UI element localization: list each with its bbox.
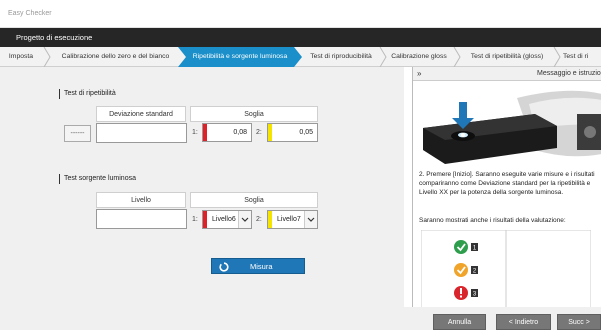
instruction-step-text: 2. Premere [Inizio]. Saranno eseguite va…: [419, 171, 595, 197]
threshold-2-value: 0,05: [299, 129, 313, 136]
tab-separator: [553, 47, 561, 67]
tab-ripetibilita-gloss[interactable]: Test di ripetibilità (gloss): [463, 47, 551, 67]
step-tabs: Imposta Calibrazione dello zero e del bi…: [0, 47, 601, 67]
check-circle-icon: [454, 240, 468, 254]
instructions-title: Messaggio e istruzio: [537, 70, 601, 77]
settings-panel: Test di ripetibilità Deviazione standard…: [0, 67, 404, 307]
warning-circle-icon: [454, 263, 468, 277]
threshold-index-2: 2:: [256, 129, 262, 136]
title-bar: Easy Checker: [0, 0, 601, 28]
light-source-section-label: Test sorgente luminosa: [59, 174, 136, 184]
std-dev-column-header: Deviazione standard: [96, 106, 186, 122]
rank-badge-2: 2: [471, 266, 478, 275]
rank-badge-1: 1: [471, 243, 478, 252]
device-illustration: [417, 84, 601, 168]
evaluation-legend: 1 2 3: [421, 230, 591, 310]
threshold-2-dropdown[interactable]: Livello7: [267, 210, 318, 229]
app-title: Easy Checker: [8, 10, 52, 17]
footer-bar: Annulla < Indietro Succ >: [0, 307, 601, 330]
threshold-index-1: 1:: [192, 216, 198, 223]
red-marker: [203, 211, 207, 228]
exclamation-circle-icon: [454, 286, 468, 300]
tab-separator: [43, 47, 51, 67]
tab-label: Test di ri: [563, 53, 589, 60]
tab-calibrazione-zero-bianco[interactable]: Calibrazione dello zero e del bianco: [52, 47, 179, 67]
std-dev-value-field: [96, 123, 187, 143]
evaluation-caption: Saranno mostrati anche i risultati della…: [419, 217, 566, 224]
threshold-1-dropdown[interactable]: Livello6: [202, 210, 252, 229]
tab-label: Test di ripetibilità (gloss): [470, 53, 544, 60]
tab-calibrazione-gloss[interactable]: Calibrazione gloss: [389, 47, 449, 67]
yellow-marker: [268, 211, 272, 228]
instructions-panel: » Messaggio e istruzio 2. Premere [Inizi…: [412, 67, 601, 310]
tab-ripetibilita-sorgente[interactable]: Ripetibilità e sorgente luminosa: [178, 47, 302, 67]
chevron-down-icon: [238, 211, 251, 228]
rank-badge-3: 3: [471, 289, 478, 298]
dash-button[interactable]: ------: [64, 125, 91, 142]
threshold-2-input[interactable]: 0,05: [267, 123, 318, 142]
threshold-column-header: Soglia: [190, 192, 318, 208]
level-value-field: [96, 209, 187, 229]
page-title: Progetto di esecuzione: [16, 33, 93, 42]
measure-button-label: Misura: [250, 262, 273, 271]
tab-label: Calibrazione dello zero e del bianco: [61, 53, 170, 60]
measure-icon: [219, 262, 229, 272]
repeatability-section-label: Test di ripetibilità: [59, 89, 116, 99]
threshold-index-1: 1:: [192, 129, 198, 136]
tab-label: Calibrazione gloss: [391, 53, 447, 60]
back-button[interactable]: < Indietro: [496, 314, 551, 330]
tab-riproducibilita[interactable]: Test di riproducibilità: [305, 47, 377, 67]
tab-label: Ripetibilità e sorgente luminosa: [192, 53, 288, 60]
chevron-down-icon: [304, 211, 317, 228]
threshold-1-selected: Livello6: [212, 216, 236, 223]
tab-separator: [453, 47, 461, 67]
next-button[interactable]: Succ >: [557, 314, 601, 330]
red-marker: [203, 124, 207, 141]
tab-ripetibilita-truncated[interactable]: Test di ri: [563, 47, 601, 67]
page-header: Progetto di esecuzione: [0, 28, 601, 47]
measure-button[interactable]: Misura: [211, 258, 305, 274]
threshold-1-input[interactable]: 0,08: [202, 123, 252, 142]
instructions-header: » Messaggio e istruzio: [413, 67, 601, 81]
threshold-index-2: 2:: [256, 216, 262, 223]
cancel-button[interactable]: Annulla: [433, 314, 486, 330]
threshold-1-value: 0,08: [233, 129, 247, 136]
tab-separator: [379, 47, 387, 67]
threshold-2-selected: Livello7: [277, 216, 301, 223]
double-chevron-icon[interactable]: »: [417, 69, 421, 78]
threshold-column-header: Soglia: [190, 106, 318, 122]
yellow-marker: [268, 124, 272, 141]
tab-imposta[interactable]: Imposta: [5, 47, 37, 67]
level-column-header: Livello: [96, 192, 186, 208]
tab-label: Test di riproducibilità: [310, 53, 372, 60]
tab-label: Imposta: [8, 53, 34, 60]
